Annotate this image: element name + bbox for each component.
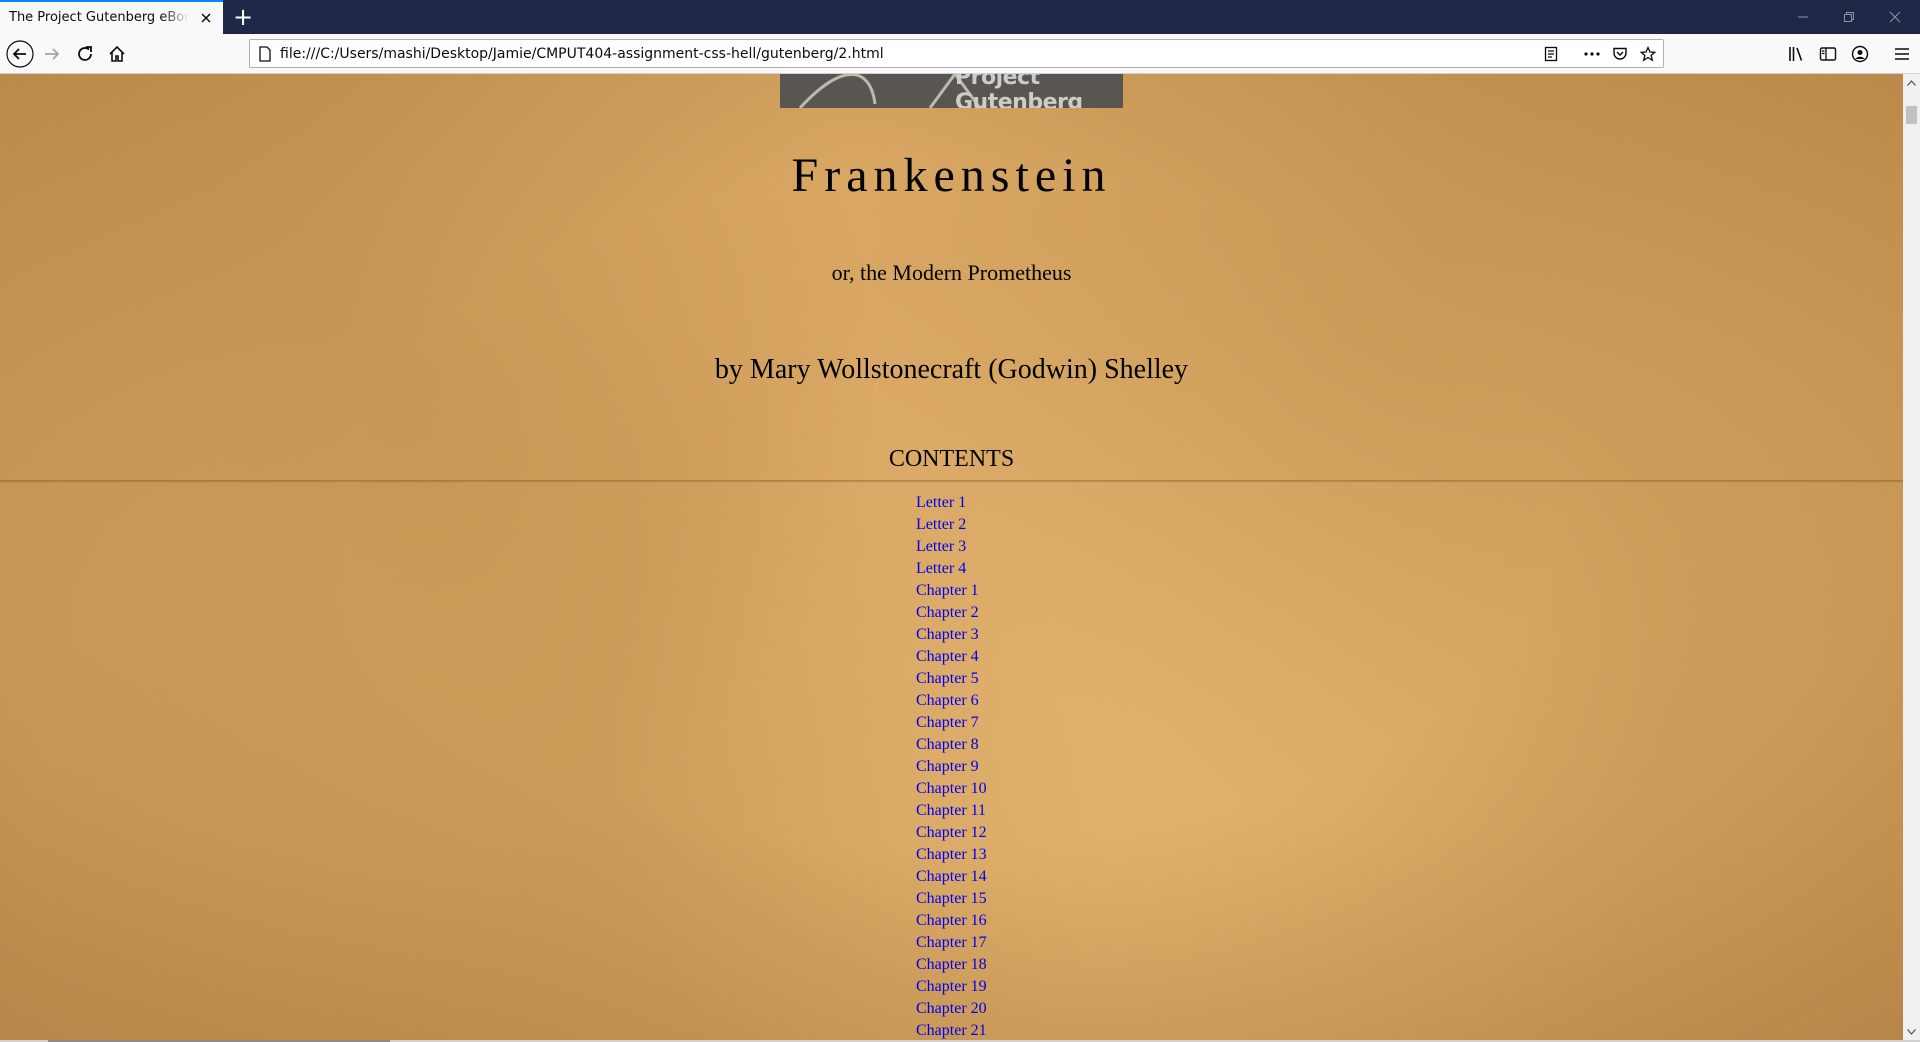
toc-link-chapter-9[interactable]: Chapter 9	[916, 758, 979, 775]
toc-link-chapter-19[interactable]: Chapter 19	[916, 978, 987, 995]
contents-heading: CONTENTS	[888, 446, 1015, 472]
toc-link-chapter-16[interactable]: Chapter 16	[916, 912, 987, 929]
toc-link-chapter-12[interactable]: Chapter 12	[916, 824, 987, 841]
toc-link-chapter-5[interactable]: Chapter 5	[916, 670, 979, 687]
toc-item: Chapter 10	[916, 778, 987, 800]
toc-item: Chapter 21	[916, 1020, 987, 1040]
bookmark-star-icon[interactable]	[1635, 41, 1661, 66]
toc-link-chapter-21[interactable]: Chapter 21	[916, 1022, 987, 1039]
toc-item: Letter 4	[916, 558, 987, 580]
toc-link-chapter-15[interactable]: Chapter 15	[916, 890, 987, 907]
page-content: Project Gutenberg Frankenstein or, the M…	[0, 74, 1903, 1040]
toc-item: Chapter 19	[916, 976, 987, 998]
toc-item: Chapter 5	[916, 668, 987, 690]
toc-link-chapter-20[interactable]: Chapter 20	[916, 1000, 987, 1017]
toc-item: Chapter 11	[916, 800, 987, 822]
toc-item: Chapter 9	[916, 756, 987, 778]
home-icon[interactable]	[102, 39, 132, 69]
new-tab-button[interactable]: +	[230, 4, 256, 30]
toc-link-chapter-17[interactable]: Chapter 17	[916, 934, 987, 951]
toc-item: Chapter 13	[916, 844, 987, 866]
scroll-down-arrow-icon[interactable]	[1903, 1023, 1920, 1040]
toc-link-chapter-11[interactable]: Chapter 11	[916, 802, 986, 819]
url-bar[interactable]: file:///C:/Users/mashi/Desktop/Jamie/CMP…	[249, 39, 1664, 68]
toc-link-chapter-3[interactable]: Chapter 3	[916, 626, 979, 643]
toc-item: Letter 2	[916, 514, 987, 536]
toc-link-chapter-4[interactable]: Chapter 4	[916, 648, 979, 665]
toc-item: Chapter 17	[916, 932, 987, 954]
book-subtitle: or, the Modern Prometheus	[831, 260, 1072, 285]
toc-link-chapter-18[interactable]: Chapter 18	[916, 956, 987, 973]
toc-item: Chapter 16	[916, 910, 987, 932]
toc-item: Chapter 3	[916, 624, 987, 646]
toc-link-letter-2[interactable]: Letter 2	[916, 516, 966, 533]
minimize-icon[interactable]	[1780, 0, 1826, 34]
toc-item: Chapter 8	[916, 734, 987, 756]
toc-item: Letter 3	[916, 536, 987, 558]
back-arrow-icon[interactable]	[5, 39, 35, 69]
toc-item: Chapter 15	[916, 888, 987, 910]
book-author: by Mary Wollstonecraft (Godwin) Shelley	[714, 354, 1189, 385]
toc-link-chapter-1[interactable]: Chapter 1	[916, 582, 979, 599]
forward-arrow-icon[interactable]	[37, 39, 67, 69]
toc-item: Chapter 1	[916, 580, 987, 602]
toc-item: Chapter 20	[916, 998, 987, 1020]
table-of-contents: Letter 1 Letter 2 Letter 3 Letter 4 Chap…	[916, 492, 987, 1040]
account-icon[interactable]	[1845, 39, 1875, 69]
reader-view-icon[interactable]	[1538, 41, 1564, 66]
toc-item: Chapter 18	[916, 954, 987, 976]
book-title: Frankenstein	[791, 149, 1112, 202]
sidebar-icon[interactable]	[1813, 39, 1843, 69]
toc-link-chapter-7[interactable]: Chapter 7	[916, 714, 979, 731]
toc-link-letter-3[interactable]: Letter 3	[916, 538, 966, 555]
window-close-icon[interactable]	[1872, 0, 1918, 34]
toc-link-chapter-2[interactable]: Chapter 2	[916, 604, 979, 621]
toc-link-chapter-10[interactable]: Chapter 10	[916, 780, 987, 797]
scroll-up-arrow-icon[interactable]	[1903, 74, 1920, 91]
toc-link-chapter-14[interactable]: Chapter 14	[916, 868, 987, 885]
toc-item: Chapter 14	[916, 866, 987, 888]
gutenberg-banner-image: Project Gutenberg	[780, 74, 1123, 108]
scroll-thumb[interactable]	[1906, 106, 1917, 124]
more-actions-icon[interactable]	[1579, 41, 1605, 66]
toc-item: Chapter 2	[916, 602, 987, 624]
tab-close-icon[interactable]	[198, 10, 214, 26]
restore-icon[interactable]	[1826, 0, 1872, 34]
toc-link-chapter-6[interactable]: Chapter 6	[916, 692, 979, 709]
paper-fold-divider	[0, 480, 1903, 483]
toc-item: Chapter 12	[916, 822, 987, 844]
toc-item: Letter 1	[916, 492, 987, 514]
navigation-toolbar: file:///C:/Users/mashi/Desktop/Jamie/CMP…	[0, 34, 1920, 74]
toc-link-letter-4[interactable]: Letter 4	[916, 560, 966, 577]
tab-title: The Project Gutenberg eBook of Frankenst…	[9, 10, 189, 25]
toc-item: Chapter 4	[916, 646, 987, 668]
toc-link-letter-1[interactable]: Letter 1	[916, 494, 966, 511]
menu-icon[interactable]	[1887, 39, 1917, 69]
toc-item: Chapter 7	[916, 712, 987, 734]
banner-text: Project Gutenberg	[955, 74, 1083, 108]
page-icon	[258, 46, 272, 66]
tab-active[interactable]: The Project Gutenberg eBook of Frankenst…	[0, 0, 223, 34]
reload-icon[interactable]	[70, 39, 100, 69]
tab-strip: The Project Gutenberg eBook of Frankenst…	[0, 0, 1920, 34]
toc-link-chapter-13[interactable]: Chapter 13	[916, 846, 987, 863]
url-text[interactable]: file:///C:/Users/mashi/Desktop/Jamie/CMP…	[280, 46, 884, 62]
vertical-scrollbar[interactable]	[1903, 74, 1920, 1040]
toc-item: Chapter 6	[916, 690, 987, 712]
toc-link-chapter-8[interactable]: Chapter 8	[916, 736, 979, 753]
pocket-icon[interactable]	[1607, 41, 1633, 66]
library-icon[interactable]	[1781, 39, 1811, 69]
